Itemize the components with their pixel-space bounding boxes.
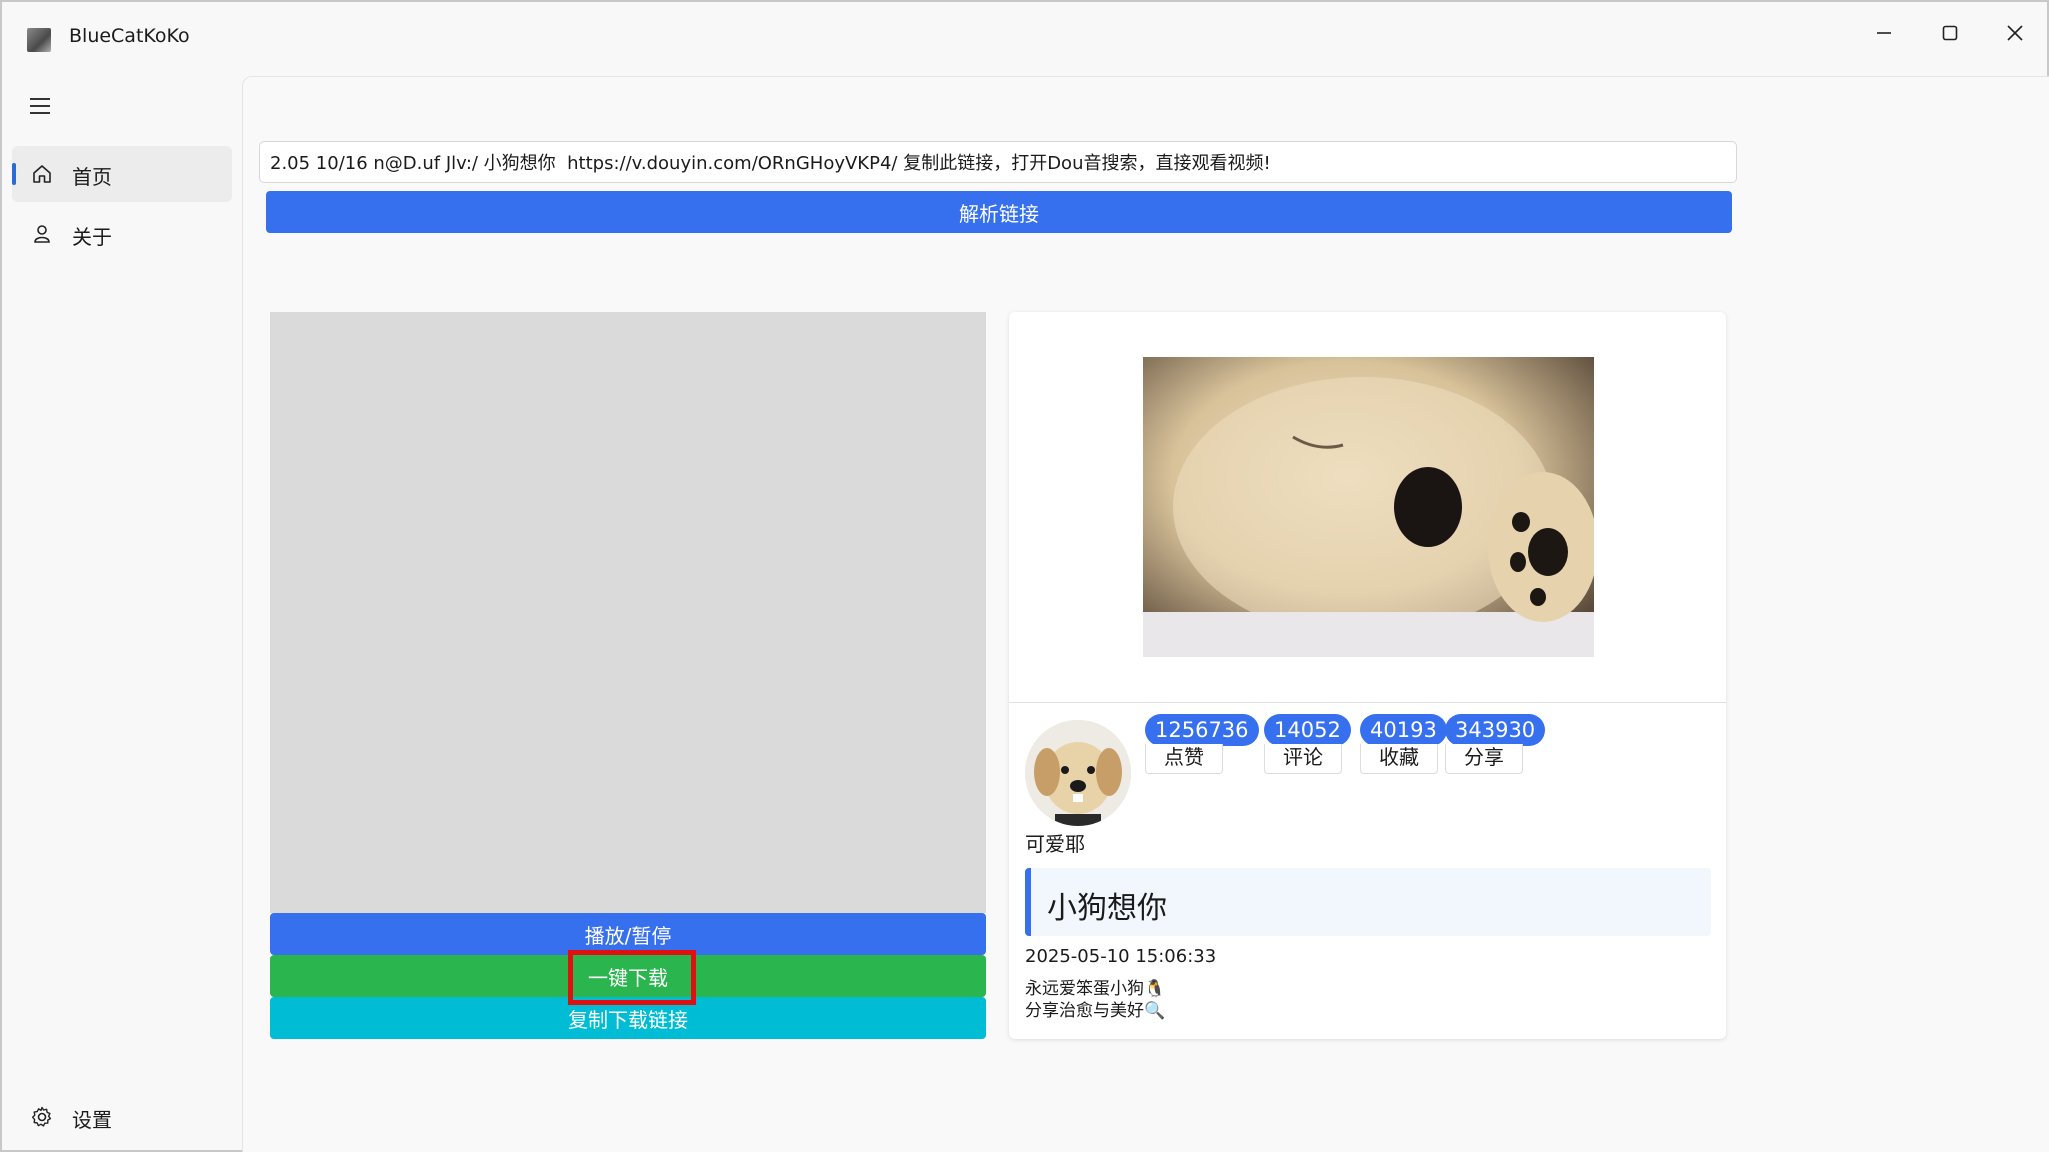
video-info-card: 可爱耶 1256736 点赞 14052 评论 40193 收藏 343930 … [1009, 312, 1726, 1039]
shares-count-badge: 343930 [1445, 714, 1546, 746]
sidebar-item-label: 关于 [72, 225, 112, 249]
comments-stat[interactable]: 14052 评论 [1264, 714, 1351, 776]
home-icon [33, 165, 51, 183]
puppy-thumbnail-image [1143, 357, 1594, 657]
likes-stat[interactable]: 1256736 点赞 [1145, 714, 1259, 776]
video-title-block: 小狗想你 [1025, 868, 1711, 936]
minimize-icon [1877, 32, 1891, 34]
minimize-button[interactable] [1854, 10, 1914, 56]
video-title: 小狗想你 [1047, 891, 1167, 926]
favorites-label: 收藏 [1360, 744, 1438, 774]
parse-link-button[interactable]: 解析链接 [266, 191, 1732, 233]
sidebar-item-label: 设置 [72, 1108, 112, 1132]
app-logo-icon [27, 28, 51, 52]
sidebar-item-label: 首页 [72, 165, 112, 189]
video-player[interactable] [270, 312, 986, 913]
puppy-avatar-image [1025, 720, 1131, 826]
one-click-download-button[interactable]: 一键下载 [270, 955, 986, 997]
close-icon [2007, 25, 2023, 41]
post-timestamp: 2025-05-10 15:06:33 [1025, 946, 1217, 967]
sidebar-item-home[interactable]: 首页 [12, 146, 232, 202]
hamburger-icon [30, 98, 50, 100]
description-line: 永远爱笨蛋小狗🐧 [1025, 979, 1166, 999]
video-description: 永远爱笨蛋小狗🐧 分享治愈与美好🔍 [1025, 978, 1165, 1022]
hamburger-icon-line [30, 105, 50, 107]
author-avatar[interactable] [1025, 720, 1131, 826]
app-title: BlueCatKoKo [69, 25, 190, 47]
person-icon [34, 225, 50, 243]
shares-label: 分享 [1445, 744, 1523, 774]
maximize-button[interactable] [1920, 10, 1980, 56]
app-window: BlueCatKoKo 首页 关于 设置 解析链接 播放/暂停 一键下载 复制下… [0, 0, 2049, 1152]
author-name: 可爱耶 [1025, 832, 1085, 856]
hamburger-icon-line [30, 112, 50, 114]
video-thumbnail[interactable] [1143, 357, 1594, 657]
comments-label: 评论 [1264, 744, 1342, 774]
menu-toggle-button[interactable] [24, 90, 56, 122]
sidebar-item-about[interactable]: 关于 [12, 206, 232, 262]
card-divider [1009, 702, 1726, 703]
title-bar[interactable]: BlueCatKoKo [2, 2, 2047, 76]
active-indicator [12, 163, 16, 185]
sidebar-item-settings[interactable]: 设置 [12, 1089, 232, 1145]
favorites-stat[interactable]: 40193 收藏 [1360, 714, 1447, 776]
copy-download-link-button[interactable]: 复制下载链接 [270, 997, 986, 1039]
comments-count-badge: 14052 [1264, 714, 1351, 746]
share-link-input[interactable] [259, 141, 1737, 183]
likes-count-badge: 1256736 [1145, 714, 1259, 746]
play-pause-button[interactable]: 播放/暂停 [270, 913, 986, 955]
maximize-icon [1942, 25, 1958, 41]
close-button[interactable] [1985, 10, 2045, 56]
likes-label: 点赞 [1145, 744, 1223, 774]
favorites-count-badge: 40193 [1360, 714, 1447, 746]
description-line: 分享治愈与美好🔍 [1025, 1001, 1166, 1021]
shares-stat[interactable]: 343930 分享 [1445, 714, 1546, 776]
gear-icon [31, 1106, 52, 1127]
